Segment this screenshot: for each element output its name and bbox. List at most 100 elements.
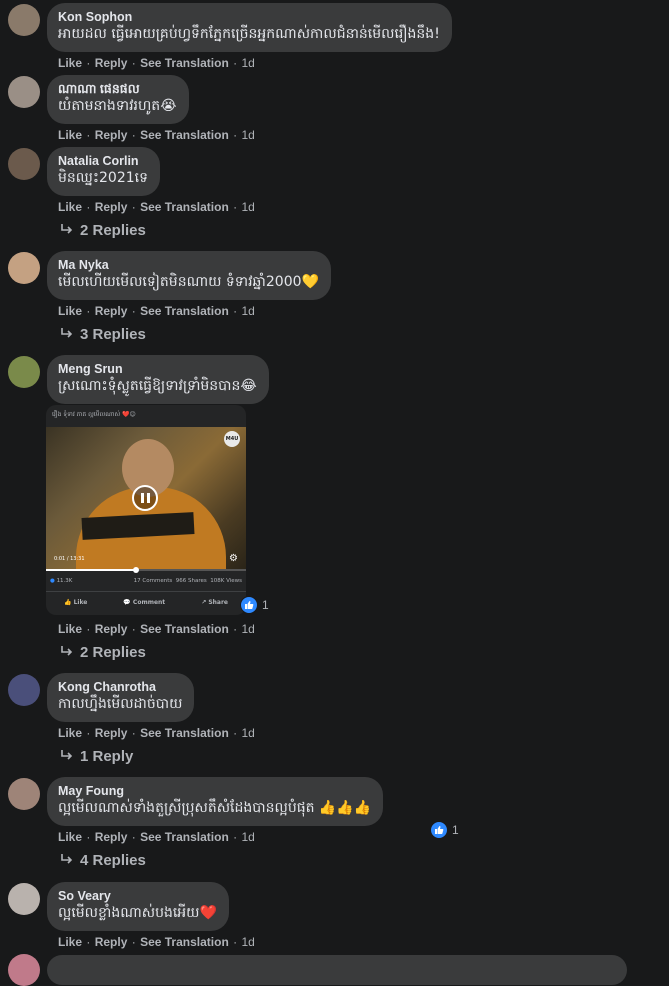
separator: · [233, 726, 238, 740]
see-translation-link[interactable]: See Translation [140, 622, 229, 636]
comment-timestamp[interactable]: 1d [241, 304, 254, 318]
separator: · [86, 830, 91, 844]
video-stats: ● 11.3K 17 Comments 966 Shares 108K View… [50, 578, 242, 584]
reply-button[interactable]: Reply [95, 56, 128, 70]
like-button[interactable]: Like [58, 200, 82, 214]
gear-icon[interactable]: ⚙ [229, 553, 238, 564]
comment-text: កាលហ្នឹងមើលដាច់បាយ [58, 696, 183, 712]
like-button[interactable]: Like [58, 830, 82, 844]
avatar[interactable] [8, 883, 40, 915]
comment-bubble: Ma Nyka មើលហើយមើលទៀតមិនណាយ ទំទាវឆ្នាំ200… [47, 251, 331, 300]
comment-timestamp[interactable]: 1d [241, 200, 254, 214]
comment-actions: Like · Reply · See Translation · 1d [58, 726, 255, 741]
reply-button[interactable]: Reply [95, 128, 128, 142]
separator: · [131, 200, 136, 214]
pause-icon[interactable] [132, 485, 158, 511]
reply-button[interactable]: Reply [95, 622, 128, 636]
reply-arrow-icon [60, 644, 74, 662]
see-translation-link[interactable]: See Translation [140, 830, 229, 844]
avatar[interactable] [8, 356, 40, 388]
comment-author[interactable]: Kon Sophon [58, 10, 440, 25]
like-button[interactable]: Like [58, 304, 82, 318]
comment-timestamp[interactable]: 1d [241, 128, 254, 142]
like-button[interactable]: Like [58, 56, 82, 70]
comment-text: មើលហើយមើលទៀតមិនណាយ ទំទាវឆ្នាំ2000💛 [58, 274, 319, 290]
view-replies-button[interactable]: 1 Reply [60, 748, 133, 766]
view-replies-button[interactable]: 2 Replies [60, 222, 146, 240]
video-like-button[interactable]: 👍 Like [64, 599, 87, 606]
comment-timestamp[interactable]: 1d [241, 622, 254, 636]
reaction-summary[interactable]: 1 [430, 821, 459, 839]
comment-actions: Like · Reply · See Translation · 1d [58, 622, 255, 637]
separator: · [86, 128, 91, 142]
comment-timestamp[interactable]: 1d [241, 830, 254, 844]
video-reactions: ● 11.3K [50, 578, 73, 584]
separator: · [131, 726, 136, 740]
comment-text: យំតាមនាងទាវរហូត😭 [58, 98, 177, 114]
channel-badge: M4U [224, 431, 240, 447]
video-caption: រឿង ទុំទាវ ភាគ ល្អមើលណាស់ ❤️😊 [52, 411, 136, 418]
video-progress-bar[interactable] [46, 567, 246, 573]
separator: · [131, 935, 136, 949]
comment-text: ល្អមើលណាស់ទាំងតួស្រីប្រុសតឹសំដែងបានល្អបំ… [58, 800, 372, 816]
like-button[interactable]: Like [58, 935, 82, 949]
separator: · [233, 304, 238, 318]
avatar[interactable] [8, 252, 40, 284]
view-replies-button[interactable]: 2 Replies [60, 644, 146, 662]
like-button[interactable]: Like [58, 726, 82, 740]
reply-button[interactable]: Reply [95, 830, 128, 844]
comment-actions: Like · Reply · See Translation · 1d [58, 304, 255, 319]
like-reaction-icon [240, 596, 258, 614]
separator: · [131, 128, 136, 142]
reply-button[interactable]: Reply [95, 304, 128, 318]
avatar[interactable] [8, 76, 40, 108]
avatar[interactable] [8, 148, 40, 180]
video-progress-knob[interactable] [133, 567, 139, 573]
like-button[interactable]: Like [58, 622, 82, 636]
reply-arrow-icon [60, 326, 74, 344]
separator: · [86, 935, 91, 949]
replies-count: 1 Reply [80, 748, 134, 765]
see-translation-link[interactable]: See Translation [140, 128, 229, 142]
comment-bubble: ណាណា ផេនផល យំតាមនាងទាវរហូត😭 [47, 75, 189, 124]
comment-author[interactable]: Natalia Corlin [58, 154, 148, 169]
comment-bubble: May Foung ល្អមើលណាស់ទាំងតួស្រីប្រុសតឹសំដ… [47, 777, 384, 826]
shared-video-attachment[interactable]: រឿង ទុំទាវ ភាគ ល្អមើលណាស់ ❤️😊 M4U 0:01 /… [46, 405, 246, 615]
comment-actions: Like · Reply · See Translation · 1d [58, 200, 255, 215]
avatar[interactable] [8, 778, 40, 810]
see-translation-link[interactable]: See Translation [140, 56, 229, 70]
video-comments-count: 17 Comments [133, 578, 173, 584]
see-translation-link[interactable]: See Translation [140, 304, 229, 318]
comment-author[interactable]: ណាណា ផេនផល [58, 82, 177, 97]
reaction-summary[interactable]: 1 [240, 596, 269, 614]
separator: · [131, 830, 136, 844]
comment-text: ល្អមើលខ្លាំងណាស់បងអើយ❤️ [58, 905, 217, 921]
separator: · [131, 56, 136, 70]
avatar[interactable] [8, 4, 40, 36]
comment-timestamp[interactable]: 1d [241, 56, 254, 70]
comment-author[interactable]: Ma Nyka [58, 258, 319, 273]
comment-author[interactable]: Meng Srun [58, 362, 257, 377]
comment-timestamp[interactable]: 1d [241, 935, 254, 949]
comment-author[interactable]: May Foung [58, 784, 371, 799]
video-comment-button[interactable]: 💬 Comment [123, 599, 165, 606]
comment-author[interactable]: Kong Chanrotha [58, 680, 182, 695]
see-translation-link[interactable]: See Translation [140, 200, 229, 214]
comment-author[interactable]: So Veary [58, 889, 217, 904]
next-comment-bubble [47, 955, 627, 985]
view-replies-button[interactable]: 3 Replies [60, 326, 146, 344]
separator: · [86, 726, 91, 740]
comment-timestamp[interactable]: 1d [241, 726, 254, 740]
see-translation-link[interactable]: See Translation [140, 726, 229, 740]
comment-text: ស្រណោះទុំស្លូតធ្វើឱ្យទាវទ្រាំមិនបាន😂 [58, 378, 257, 394]
reply-button[interactable]: Reply [95, 726, 128, 740]
view-replies-button[interactable]: 4 Replies [60, 852, 146, 870]
like-button[interactable]: Like [58, 128, 82, 142]
video-thumbnail[interactable]: M4U 0:01 / 13:31 ⚙ [46, 427, 246, 569]
see-translation-link[interactable]: See Translation [140, 935, 229, 949]
avatar[interactable] [8, 674, 40, 706]
reply-button[interactable]: Reply [95, 200, 128, 214]
video-share-button[interactable]: ↗ Share [201, 599, 228, 606]
video-time: 0:01 / 13:31 [54, 556, 85, 562]
reply-button[interactable]: Reply [95, 935, 128, 949]
